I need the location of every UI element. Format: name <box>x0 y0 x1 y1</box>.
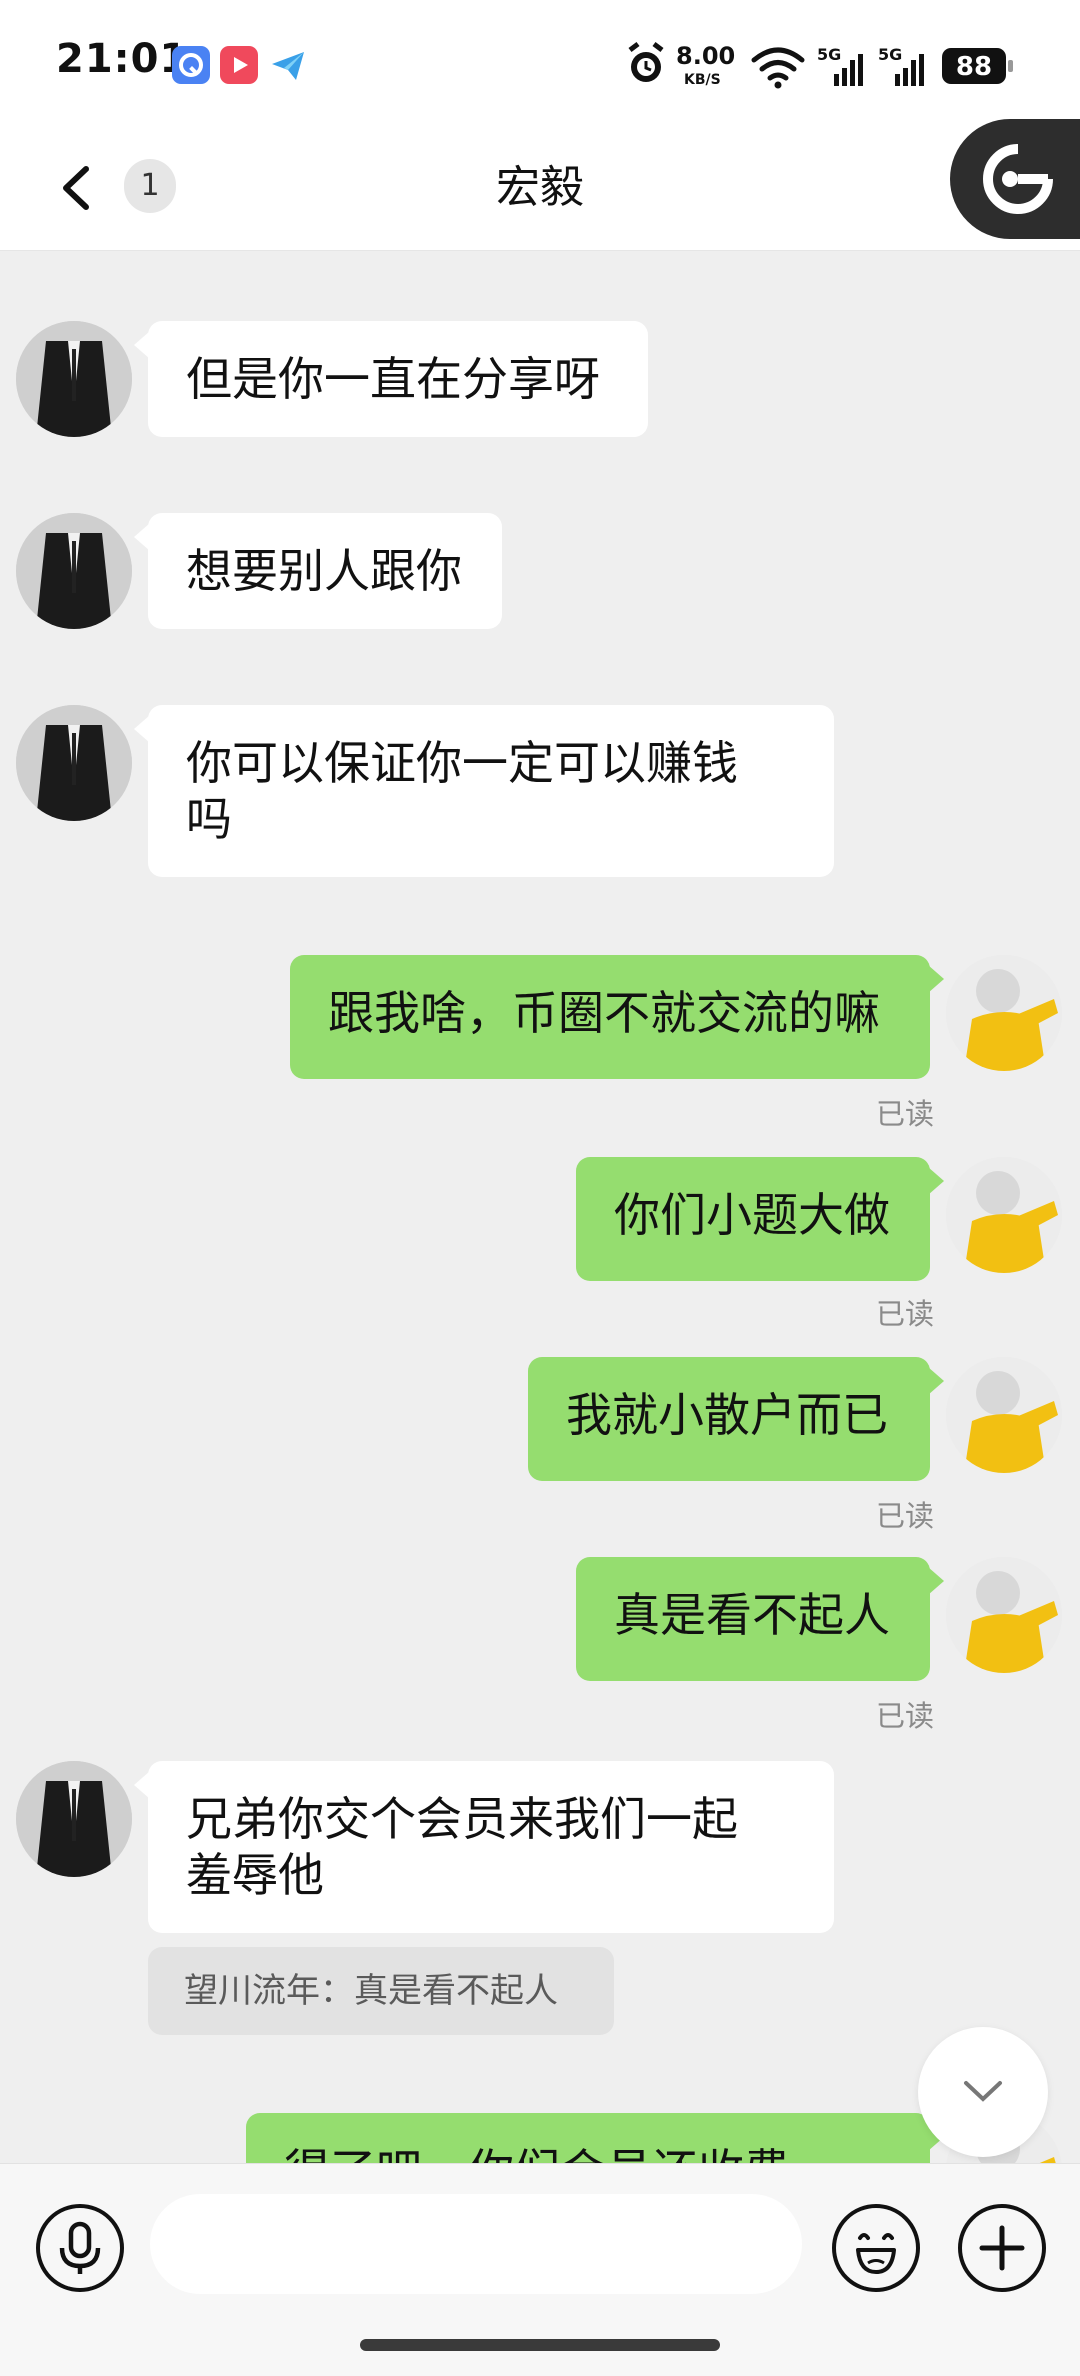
floating-ball-button[interactable] <box>950 119 1080 239</box>
network-type-2: 5G <box>878 45 902 64</box>
contact-avatar[interactable] <box>16 1761 132 1877</box>
message-bubble-sent[interactable]: 真是看不起人 <box>576 1557 944 1681</box>
my-avatar[interactable] <box>946 1157 1062 1273</box>
message-list[interactable]: 但是你一直在分享呀 想要别人跟你 你可以保证你一定可以赚钱 吗 跟我啥，币圈不就… <box>0 251 1080 2163</box>
network-speed-unit: KB/S <box>684 72 721 88</box>
alarm-icon <box>628 42 664 82</box>
message-input[interactable] <box>150 2194 802 2294</box>
more-actions-button[interactable] <box>958 2204 1046 2292</box>
contact-avatar[interactable] <box>16 705 132 821</box>
input-bar <box>0 2163 1080 2376</box>
message-bubble-sent[interactable]: 你们小题大做 <box>576 1157 944 1281</box>
message-bubble-sent[interactable]: 跟我啥，币圈不就交流的嘛 <box>290 955 944 1079</box>
read-receipt: 已读 <box>875 1499 934 1533</box>
wifi-icon <box>751 47 805 89</box>
scroll-to-bottom-button[interactable] <box>918 2027 1048 2157</box>
app-notification-icon <box>172 46 210 84</box>
message-bubble-sent[interactable]: 我就小散户而已 <box>528 1357 944 1481</box>
chevron-down-icon <box>964 2081 1002 2102</box>
video-app-icon <box>220 46 258 84</box>
status-time: 21:01 <box>56 36 189 82</box>
read-receipt: 已读 <box>875 1097 934 1131</box>
network-type-1: 5G <box>817 45 841 64</box>
home-indicator[interactable] <box>360 2339 720 2351</box>
message-bubble-received[interactable]: 但是你一直在分享呀 <box>134 321 648 437</box>
read-receipt: 已读 <box>875 1297 934 1331</box>
floating-ball-icon <box>983 141 1056 214</box>
message-bubble-received[interactable]: 兄弟你交个会员来我们一起 羞辱他 <box>134 1761 834 1933</box>
smiley-icon <box>856 2233 896 2274</box>
network-speed-value: 8.00 <box>676 42 735 70</box>
quoted-message[interactable]: 望川流年：真是看不起人 <box>148 1947 614 2035</box>
chat-header: 1 宏毅 <box>0 119 1080 251</box>
my-avatar[interactable] <box>946 955 1062 1071</box>
chat-title: 宏毅 <box>496 162 584 213</box>
contact-avatar[interactable] <box>16 513 132 629</box>
my-avatar[interactable] <box>946 1357 1062 1473</box>
message-bubble-sent[interactable]: 得了吧，你们会员还收费 <box>246 2113 944 2163</box>
microphone-icon <box>59 2221 101 2274</box>
status-icons: 8.00 KB/S 5G 5G 88 <box>628 42 1013 89</box>
read-receipt: 已读 <box>875 1699 934 1733</box>
contact-avatar[interactable] <box>16 321 132 437</box>
message-bubble-received[interactable]: 你可以保证你一定可以赚钱 吗 <box>134 705 834 877</box>
battery-level: 88 <box>956 52 992 82</box>
plus-icon <box>979 2225 1025 2271</box>
message-bubble-received[interactable]: 想要别人跟你 <box>134 513 502 629</box>
send-app-icon <box>268 46 306 84</box>
status-bar: 21:01 8.00 KB/S 5G 5G 88 <box>0 0 1080 125</box>
chat-screen: 21:01 8.00 KB/S 5G 5G 88 1 宏毅 但是你一直在分享呀 … <box>0 0 1080 2376</box>
emoji-button[interactable] <box>832 2204 920 2292</box>
voice-input-button[interactable] <box>36 2204 124 2292</box>
my-avatar[interactable] <box>946 1557 1062 1673</box>
